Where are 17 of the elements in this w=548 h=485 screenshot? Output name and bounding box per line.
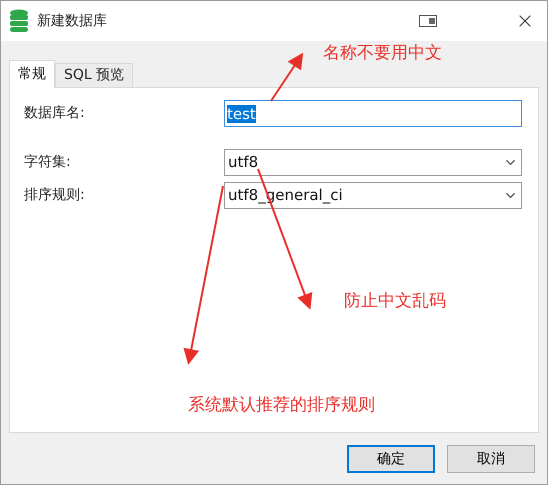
annotation-arrow	[270, 52, 304, 102]
database-icon	[9, 9, 29, 33]
dialog-button[interactable]: 确定	[347, 445, 435, 473]
tab[interactable]: 常规	[9, 60, 55, 88]
annotation-text: 名称不要用中文	[323, 42, 442, 65]
annotation-text: 防止中文乱码	[344, 290, 446, 313]
field-value: test	[227, 104, 256, 122]
annotation-text: 系统默认推荐的排序规则	[188, 394, 375, 417]
input-field[interactable]: test	[224, 100, 522, 127]
tab[interactable]: SQL 预览	[55, 63, 134, 87]
field-label: 数据库名:	[24, 104, 86, 123]
dropdown[interactable]: utf8	[224, 149, 522, 176]
window-title: 新建数据库	[37, 12, 107, 30]
field-label: 排序规则:	[24, 186, 86, 205]
field-label: 字符集:	[24, 153, 72, 172]
window-icon[interactable]	[419, 15, 437, 27]
dialog-button[interactable]: 取消	[447, 445, 535, 473]
